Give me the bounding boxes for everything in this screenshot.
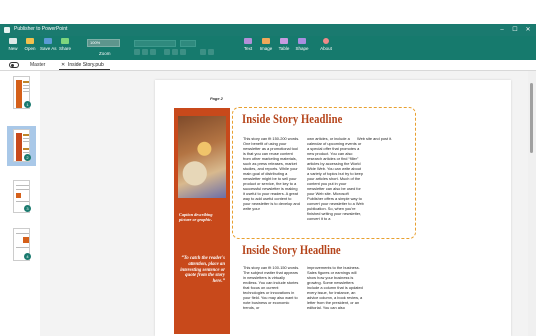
thumbnail-band bbox=[16, 80, 22, 108]
master-label: Master bbox=[30, 62, 46, 68]
photo-caption[interactable]: Caption describing picture or graphic. bbox=[179, 212, 225, 223]
story-text: This story can fit 150-200 words. One be… bbox=[243, 136, 300, 211]
publication-page[interactable]: Page 2 Caption describing picture or gra… bbox=[155, 80, 511, 336]
thumbnail-heading bbox=[23, 148, 29, 150]
thumbnail-line bbox=[23, 91, 29, 92]
align-left-button[interactable] bbox=[164, 49, 170, 55]
shape-icon bbox=[298, 38, 306, 44]
page-thumbnail-4[interactable]: 4 bbox=[7, 225, 36, 265]
font-size-select[interactable] bbox=[180, 40, 196, 47]
zoom-select[interactable]: 100% bbox=[87, 39, 120, 47]
scrollbar-thumb[interactable] bbox=[530, 83, 533, 153]
thumbnail-line bbox=[23, 138, 29, 139]
tab-inside-story[interactable]: ✕ Inside Story.pub bbox=[59, 60, 110, 70]
align-center-button[interactable] bbox=[172, 49, 178, 55]
maximize-button[interactable]: ☐ bbox=[509, 25, 521, 35]
thumbnail-line bbox=[16, 189, 29, 190]
italic-button[interactable] bbox=[142, 49, 148, 55]
text-box-icon bbox=[244, 38, 252, 44]
vertical-scrollbar[interactable] bbox=[528, 71, 536, 336]
thumbnail-line bbox=[16, 233, 29, 234]
page-thumbnail-3[interactable]: 3 bbox=[7, 177, 36, 217]
page-thumbnails-panel: 1 2 3 4 bbox=[0, 71, 40, 336]
thumbnail-line bbox=[23, 85, 29, 86]
new-button[interactable]: New bbox=[5, 38, 21, 52]
zoom-label: Zoom bbox=[99, 51, 111, 56]
bold-button[interactable] bbox=[134, 49, 140, 55]
thumbnail-heading bbox=[23, 134, 29, 136]
title-bar: Publisher to PowerPoint – ☐ ✕ bbox=[0, 24, 536, 36]
save-as-button[interactable]: Save As bbox=[40, 38, 57, 52]
story-text: own articles, or include a calendar of u… bbox=[307, 136, 364, 221]
pull-quote[interactable]: “To catch the reader's attention, place … bbox=[179, 256, 225, 285]
font-family-select[interactable] bbox=[134, 40, 176, 47]
story-2-column-2[interactable]: improvements to the business. Sales figu… bbox=[307, 265, 364, 310]
app-icon bbox=[4, 27, 10, 33]
insert-image-button[interactable]: Image bbox=[258, 38, 274, 52]
about-button[interactable]: About bbox=[318, 38, 334, 52]
new-file-icon bbox=[9, 38, 17, 44]
story-1-column-3[interactable]: Web site and post it. bbox=[357, 136, 407, 141]
align-right-button[interactable] bbox=[180, 49, 186, 55]
insert-table-button[interactable]: Table bbox=[276, 38, 292, 52]
page-thumbnail-1[interactable]: 1 bbox=[7, 73, 36, 113]
thumbnail-line bbox=[16, 201, 29, 202]
page-number-badge: 1 bbox=[24, 101, 31, 108]
story-1-column-2[interactable]: own articles, or include a calendar of u… bbox=[307, 136, 364, 221]
document-tab-bar: Master ✕ Inside Story.pub bbox=[0, 60, 536, 71]
open-folder-icon bbox=[26, 38, 34, 44]
story-text: This story can fit 100-150 words. The su… bbox=[243, 265, 300, 310]
thumbnail-band bbox=[16, 193, 21, 198]
thumbnail-line bbox=[23, 141, 29, 142]
save-icon bbox=[44, 38, 52, 44]
page-number-badge: 3 bbox=[24, 205, 31, 212]
insert-text-button[interactable]: Text bbox=[240, 38, 256, 52]
page-thumbnail-2[interactable]: 2 bbox=[7, 126, 36, 166]
page-number-badge: 2 bbox=[24, 154, 31, 161]
coffee-photo-image[interactable] bbox=[178, 116, 226, 198]
master-toggle[interactable] bbox=[9, 62, 19, 68]
page-number-badge: 4 bbox=[24, 253, 31, 260]
thumbnail-line bbox=[16, 247, 29, 248]
toggle-knob bbox=[11, 64, 14, 67]
open-button[interactable]: Open bbox=[22, 38, 38, 52]
headline-2[interactable]: Inside Story Headline bbox=[242, 243, 341, 258]
close-button[interactable]: ✕ bbox=[522, 25, 534, 35]
thumbnail-line bbox=[23, 88, 29, 89]
highlight-button[interactable] bbox=[208, 49, 214, 55]
headline-1[interactable]: Inside Story Headline bbox=[242, 112, 342, 127]
ribbon-toolbar: New Open Save As Share 100% Zoom Text Im… bbox=[0, 36, 536, 60]
story-2-column-1[interactable]: This story can fit 100-150 words. The su… bbox=[243, 265, 300, 310]
thumbnail-line bbox=[16, 185, 29, 186]
thumbnail-heading bbox=[23, 81, 29, 83]
underline-button[interactable] bbox=[150, 49, 156, 55]
image-icon bbox=[262, 38, 270, 44]
insert-shape-button[interactable]: Shape bbox=[294, 38, 310, 52]
story-1-column-1[interactable]: This story can fit 150-200 words. One be… bbox=[243, 136, 300, 211]
share-button[interactable]: Share bbox=[57, 38, 73, 52]
close-tab-icon[interactable]: ✕ bbox=[61, 62, 65, 68]
thumbnail-line bbox=[23, 152, 29, 153]
window-title: Publisher to PowerPoint bbox=[14, 26, 68, 32]
table-icon bbox=[280, 38, 288, 44]
font-color-button[interactable] bbox=[200, 49, 206, 55]
info-icon bbox=[323, 38, 329, 44]
story-text: Web site and post it. bbox=[357, 136, 393, 141]
share-icon bbox=[61, 38, 69, 44]
document-canvas[interactable]: Page 2 Caption describing picture or gra… bbox=[40, 71, 528, 336]
thumbnail-band bbox=[16, 133, 22, 161]
story-text: improvements to the business. Sales figu… bbox=[307, 265, 363, 310]
thumbnail-band bbox=[23, 237, 29, 243]
page-header: Page 2 bbox=[210, 96, 223, 101]
minimize-button[interactable]: – bbox=[496, 25, 508, 35]
tab-label: Inside Story.pub bbox=[68, 62, 104, 68]
